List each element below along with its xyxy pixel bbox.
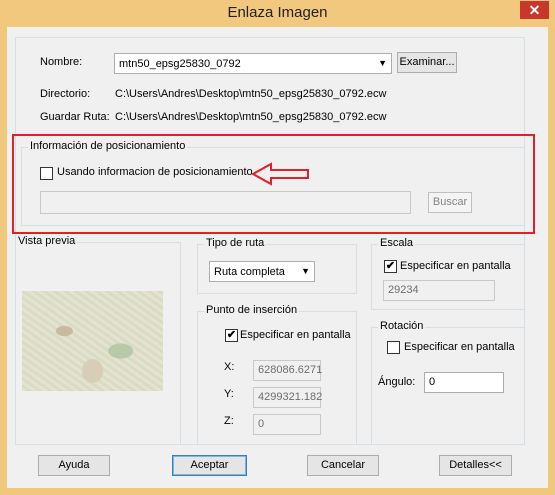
title-bar: Enlaza Imagen ✕: [0, 0, 555, 27]
escala-checkbox[interactable]: ✔: [384, 260, 397, 273]
nombre-combobox[interactable]: mtn50_epsg25830_0792 ▼: [114, 53, 392, 74]
map-preview-image: [22, 291, 163, 391]
cancelar-button[interactable]: Cancelar: [307, 455, 379, 476]
escala-input[interactable]: 29234: [383, 280, 495, 301]
close-button[interactable]: ✕: [520, 1, 549, 19]
rotacion-checkbox[interactable]: [387, 341, 400, 354]
dialog-body: Nombre: mtn50_epsg25830_0792 ▼ Examinar.…: [7, 27, 548, 488]
vista-previa-title: Vista previa: [16, 235, 78, 247]
punto-insercion-checkbox[interactable]: ✔: [225, 329, 238, 342]
guardar-ruta-label: Guardar Ruta:: [40, 111, 110, 123]
z-label: Z:: [224, 415, 234, 427]
x-label: X:: [224, 361, 235, 373]
tipo-ruta-value: Ruta completa: [214, 266, 285, 278]
escala-title: Escala: [378, 237, 416, 249]
punto-insercion-title: Punto de inserción: [204, 304, 300, 316]
directorio-label: Directorio:: [40, 88, 91, 100]
nombre-value: mtn50_epsg25830_0792: [119, 58, 241, 70]
ayuda-button[interactable]: Ayuda: [38, 455, 110, 476]
rotacion-title: Rotación: [378, 320, 426, 332]
chevron-down-icon: ▼: [378, 58, 387, 68]
rotacion-checkbox-label: Especificar en pantalla: [404, 341, 515, 353]
z-input[interactable]: 0: [253, 414, 321, 435]
nombre-label: Nombre:: [40, 56, 83, 68]
punto-insercion-checkbox-label: Especificar en pantalla: [240, 329, 351, 341]
x-input[interactable]: 628086.6271: [253, 360, 322, 381]
examinar-button[interactable]: Examinar...: [397, 52, 457, 73]
angulo-label: Ángulo:: [378, 376, 416, 388]
angulo-input[interactable]: 0: [424, 372, 504, 393]
aceptar-button[interactable]: Aceptar: [172, 455, 247, 476]
window-title: Enlaza Imagen: [227, 4, 328, 21]
tipo-ruta-select[interactable]: Ruta completa ▼: [209, 261, 315, 282]
guardar-ruta-value: C:\Users\Andres\Desktop\mtn50_epsg25830_…: [115, 111, 387, 123]
escala-checkbox-label: Especificar en pantalla: [400, 260, 511, 272]
annotation-highlight-box: [12, 134, 535, 234]
y-input[interactable]: 4299321.182: [253, 387, 322, 408]
directorio-value: C:\Users\Andres\Desktop\mtn50_epsg25830_…: [115, 88, 387, 100]
detalles-button[interactable]: Detalles<<: [439, 455, 512, 476]
tipo-ruta-title: Tipo de ruta: [204, 237, 267, 249]
chevron-down-icon: ▼: [301, 266, 310, 276]
y-label: Y:: [224, 388, 234, 400]
